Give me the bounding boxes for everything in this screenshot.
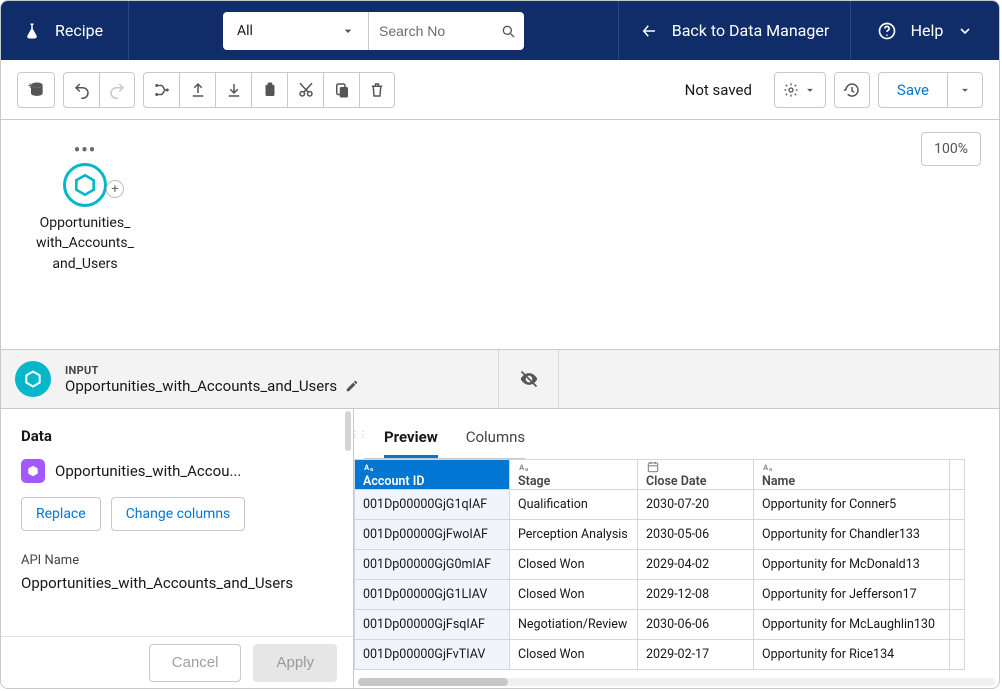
gear-icon xyxy=(783,82,799,98)
history-button[interactable] xyxy=(834,72,870,108)
history-icon xyxy=(843,81,861,99)
paste-icon xyxy=(333,81,351,99)
table-row[interactable]: 001Dp00000GjFvTIAVClosed Won2029-02-17Op… xyxy=(355,640,965,670)
branch-button[interactable] xyxy=(143,72,179,108)
resize-grip[interactable]: ⋮⋮ xyxy=(354,409,364,459)
column-header[interactable]: Name xyxy=(754,460,950,490)
add-node-button[interactable]: + xyxy=(106,180,124,198)
edit-name-button[interactable] xyxy=(345,379,359,393)
hexagon-icon xyxy=(26,464,40,478)
download-button[interactable] xyxy=(215,72,251,108)
hexagon-icon xyxy=(72,172,98,198)
input-label: INPUT xyxy=(65,364,359,377)
api-name-value: Opportunities_with_Accounts_and_Users xyxy=(21,574,333,592)
eye-off-icon xyxy=(519,369,539,389)
text-icon xyxy=(518,460,532,474)
input-name: Opportunities_with_Accounts_and_Users xyxy=(65,377,337,395)
recipe-brand: Recipe xyxy=(1,1,129,60)
replace-button[interactable]: Replace xyxy=(21,497,101,531)
upload-icon xyxy=(189,81,207,99)
cut-button[interactable] xyxy=(287,72,323,108)
api-name-label: API Name xyxy=(21,553,333,568)
apply-button[interactable]: Apply xyxy=(253,644,337,682)
column-header[interactable]: Stage xyxy=(510,460,638,490)
table-row[interactable]: 001Dp00000GjG0mIAFClosed Won2029-04-02Op… xyxy=(355,550,965,580)
recipe-canvas[interactable]: 100% ••• + Opportunities_ with_Accounts_… xyxy=(1,120,999,349)
caret-down-icon xyxy=(803,83,817,97)
column-header[interactable]: Account ID xyxy=(355,460,510,490)
caret-down-icon xyxy=(958,83,972,97)
table-row[interactable]: 001Dp00000GjFwoIAFPerception Analysis203… xyxy=(355,520,965,550)
flask-icon xyxy=(23,22,41,40)
node-label: Opportunities_ with_Accounts_ and_Users xyxy=(15,213,155,274)
save-menu-button[interactable] xyxy=(947,72,983,108)
hexagon-icon xyxy=(23,369,43,389)
search-button[interactable] xyxy=(492,12,524,50)
save-status: Not saved xyxy=(671,81,766,99)
chevron-down-icon xyxy=(957,23,973,39)
table-row[interactable]: 001Dp00000GjG1LIAVClosed Won2029-12-08Op… xyxy=(355,580,965,610)
branch-icon xyxy=(153,81,171,99)
settings-button[interactable] xyxy=(774,72,826,108)
search-input[interactable] xyxy=(369,12,492,50)
undo-button[interactable] xyxy=(63,72,99,108)
source-dataset[interactable]: Opportunities_with_Accou... xyxy=(21,459,333,483)
dataset-icon xyxy=(21,459,45,483)
node-menu-icon[interactable]: ••• xyxy=(15,140,155,161)
preview-table: Account IDStageClose DateName 001Dp00000… xyxy=(354,459,965,670)
toggle-preview-button[interactable] xyxy=(499,350,559,408)
calendar-icon xyxy=(646,460,660,474)
caret-down-icon xyxy=(340,23,356,39)
help-menu[interactable]: Help xyxy=(851,1,999,60)
trash-icon xyxy=(368,81,386,99)
back-to-data-manager[interactable]: Back to Data Manager xyxy=(619,1,851,60)
data-heading: Data xyxy=(21,427,333,445)
tab-preview[interactable]: Preview xyxy=(384,428,438,458)
undo-icon xyxy=(73,81,91,99)
add-data-button[interactable] xyxy=(17,72,55,108)
horizontal-scrollbar[interactable] xyxy=(358,678,995,686)
side-scrollbar[interactable] xyxy=(345,411,351,451)
question-icon xyxy=(877,21,897,41)
clipboard-icon xyxy=(261,81,279,99)
arrow-left-icon xyxy=(640,22,658,40)
tab-columns[interactable]: Columns xyxy=(466,428,525,458)
table-row[interactable]: 001Dp00000GjFsqIAFNegotiation/Review2030… xyxy=(355,610,965,640)
text-icon xyxy=(363,460,377,474)
cut-icon xyxy=(297,81,315,99)
recipe-label: Recipe xyxy=(55,21,103,40)
upload-button[interactable] xyxy=(179,72,215,108)
zoom-level[interactable]: 100% xyxy=(921,132,981,166)
download-icon xyxy=(225,81,243,99)
text-icon xyxy=(762,460,776,474)
paste-button[interactable] xyxy=(323,72,359,108)
input-badge xyxy=(15,361,51,397)
redo-icon xyxy=(108,81,126,99)
input-node[interactable]: ••• + Opportunities_ with_Accounts_ and_… xyxy=(15,140,155,274)
clipboard-button[interactable] xyxy=(251,72,287,108)
column-header[interactable]: Close Date xyxy=(638,460,754,490)
save-button[interactable]: Save xyxy=(878,72,947,108)
cancel-button[interactable]: Cancel xyxy=(149,644,242,682)
filter-select[interactable]: All xyxy=(223,12,369,50)
redo-button[interactable] xyxy=(99,72,135,108)
table-row[interactable]: 001Dp00000GjG1qIAFQualification2030-07-2… xyxy=(355,490,965,520)
change-columns-button[interactable]: Change columns xyxy=(111,497,246,531)
add-data-icon xyxy=(26,80,46,100)
delete-button[interactable] xyxy=(359,72,395,108)
node-ring[interactable]: + xyxy=(63,163,107,207)
search-icon xyxy=(500,23,516,39)
